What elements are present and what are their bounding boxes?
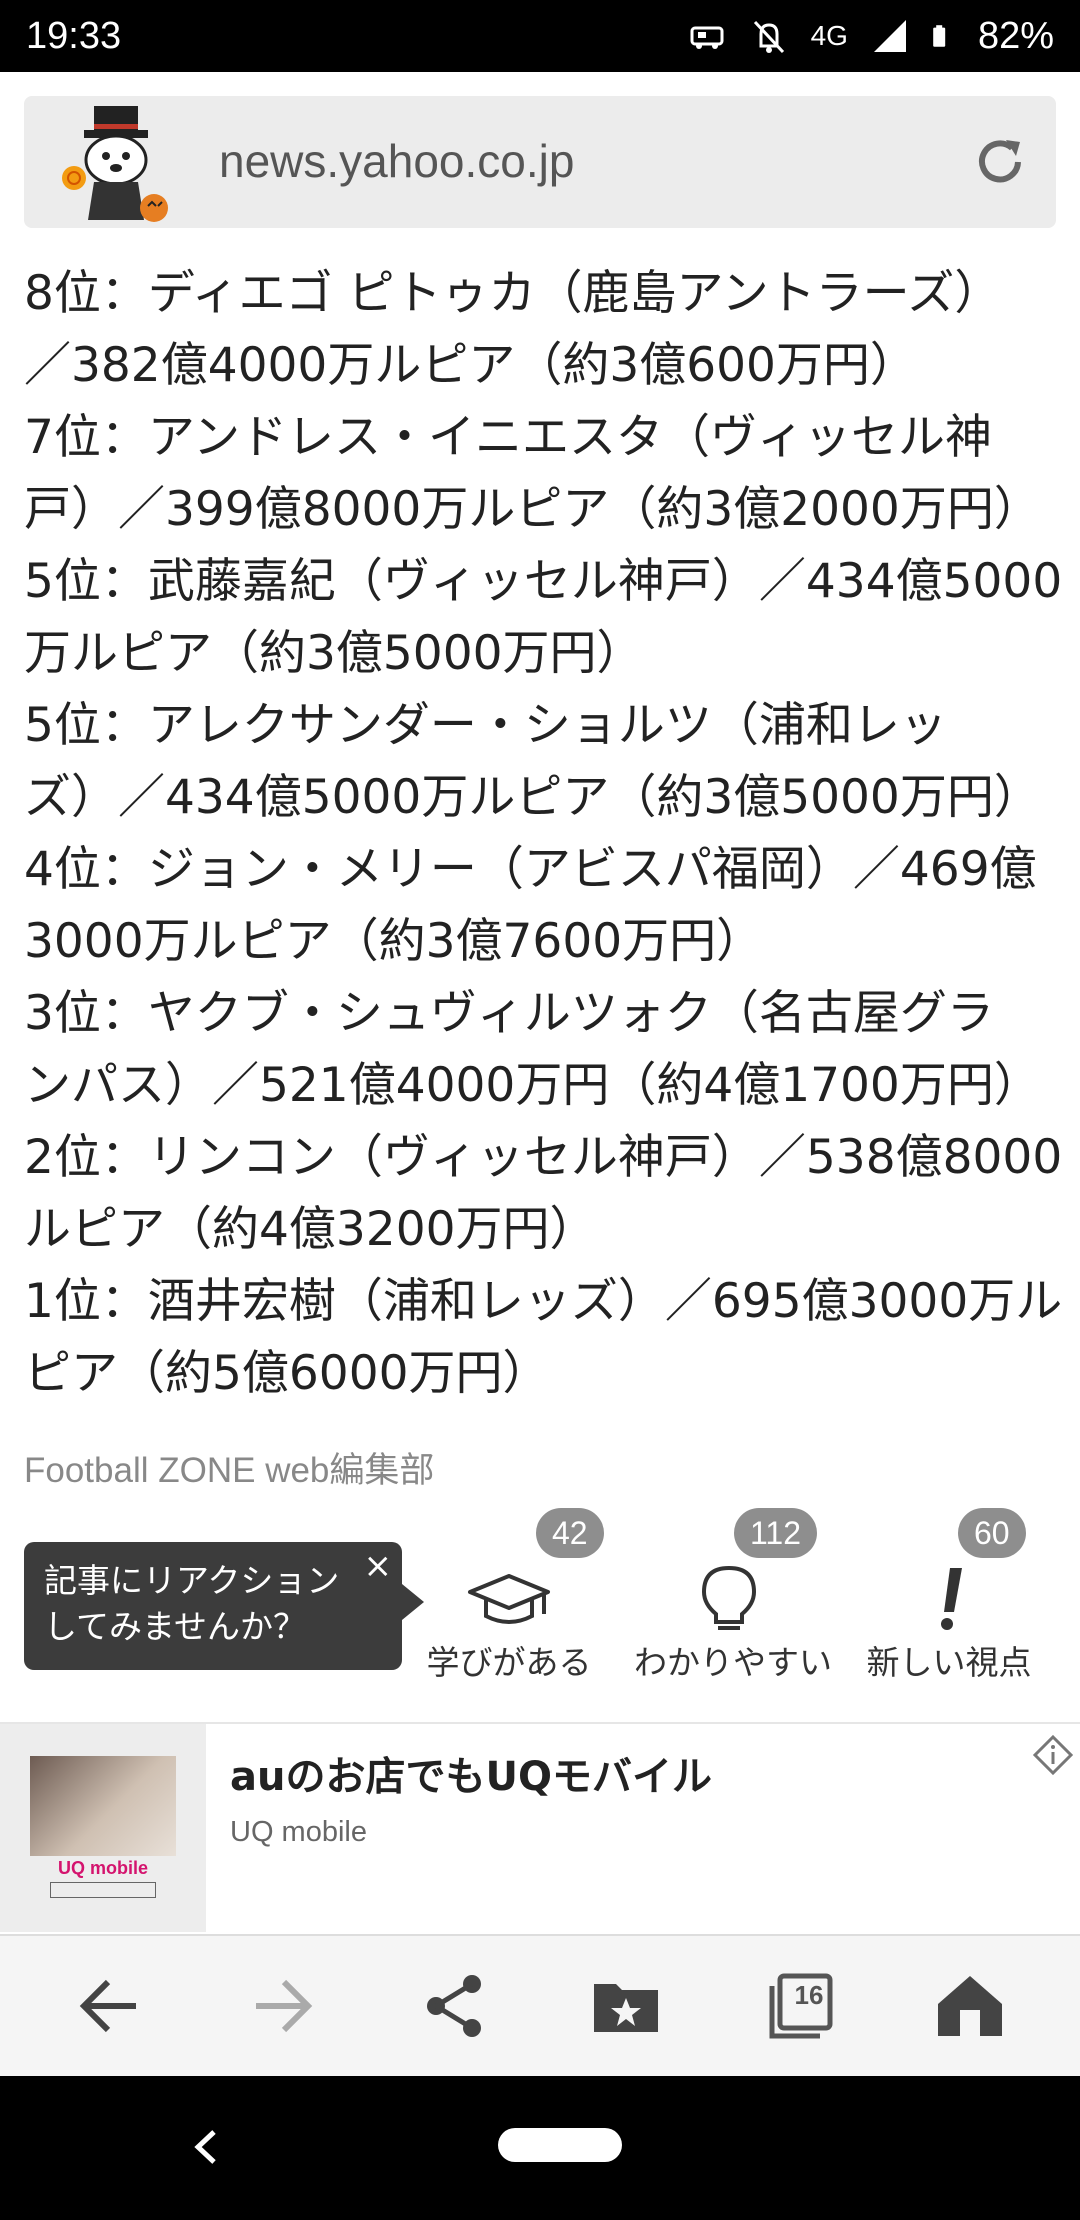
article-line: ／382億4000万ルピア（約3億600万円） [24,338,917,393]
article-body: 8位：ディエゴ ピトゥカ（鹿島アントラーズ） ／382億4000万ルピア（約3億… [24,258,1064,1410]
system-nav-bar [0,2076,1080,2220]
close-icon[interactable]: × [364,1546,393,1586]
exclamation-icon [941,1568,962,1630]
reaction-label: わかりやすい [634,1643,832,1682]
article-line: 4位：ジョン・メリー（アビスパ福岡）／469億 [24,842,1037,897]
article-line: ンパス）／521億4000万円（約4億1700万円） [24,1058,1041,1113]
car-mode-icon [690,26,724,49]
reaction-new-view-button[interactable]: 60 新しい視点 [854,1508,1044,1682]
reaction-count: 60 [958,1508,1026,1558]
mascot-logo-icon [62,106,168,222]
graduation-cap-icon [468,1574,550,1624]
article-line: 戸）／399億8000万ルピア（約3億2000万円） [24,482,1041,537]
home-icon[interactable] [930,1966,1010,2046]
alarm-off-icon [753,20,784,54]
bookmark-folder-icon[interactable] [586,1966,666,2046]
tooltip-line: してみませんか？ [44,1607,307,1646]
ad-thumb-logo: UQ mobile [57,1858,148,1878]
ad-info-icon[interactable] [1032,1734,1074,1776]
network-type: 4G [810,20,848,51]
ad-thumbnail: UQ mobile [0,1724,206,1932]
lightbulb-icon [701,1565,757,1630]
nav-back-icon[interactable] [184,2112,224,2182]
article-line: ルピア（約4億3200万円） [24,1202,597,1257]
tooltip-line: 記事にリアクション [44,1561,340,1600]
nav-home-pill[interactable] [498,2128,622,2162]
article-line: 8位：ディエゴ ピトゥカ（鹿島アントラーズ） [24,266,1002,321]
back-arrow-icon[interactable] [70,1966,150,2046]
browser-header: news.yahoo.co.jp [0,72,1080,252]
ad-title[interactable]: auのお店でもUQモバイル [230,1744,712,1802]
article-line: 3000万ルピア（約3億7600万円） [24,914,764,969]
ad-advertiser: UQ mobile [230,1816,367,1848]
status-time: 19:33 [26,14,122,57]
ad-thumb-button [50,1882,156,1898]
reaction-count: 42 [536,1508,604,1558]
article-line: 2位：リンコン（ヴィッセル神戸）／538億8000 [24,1130,1063,1185]
tabs-button[interactable]: 16 [762,1966,842,2046]
share-icon[interactable] [414,1966,494,2046]
battery-percent: 82% [977,14,1054,57]
article-source[interactable]: Football ZONE web編集部 [24,1442,434,1493]
article-line: ピア（約5億6000万円） [24,1346,550,1401]
tab-count: 16 [794,1980,824,2010]
reaction-clear-button[interactable]: 112 わかりやすい [634,1508,832,1682]
signal-icon [873,20,906,52]
article-line: 1位：酒井宏樹（浦和レッズ）／695億3000万ル [24,1274,1063,1329]
reaction-count: 112 [734,1508,818,1558]
article-line: 万ルピア（約3億5000万円） [24,626,644,681]
browser-toolbar: 16 [0,1934,1080,2076]
article-line: 5位：アレクサンダー・ショルツ（浦和レッ [24,698,947,753]
reaction-label: 学びがある [426,1643,592,1682]
status-icons: 4G 82% [687,15,1054,58]
forward-arrow-icon[interactable] [242,1966,322,2046]
ad-banner[interactable]: UQ mobile auのお店でもUQモバイル UQ mobile [0,1722,1080,1932]
reload-icon[interactable] [972,134,1028,190]
url-bar[interactable]: news.yahoo.co.jp [24,96,1056,228]
article-line: 3位：ヤクブ・シュヴィルツォク（名古屋グラ [24,986,994,1041]
url-text: news.yahoo.co.jp [219,135,575,187]
battery-icon [933,25,946,47]
ad-photo [30,1756,176,1856]
article-line: ズ）／434億5000万ルピア（約3億5000万円） [24,770,1041,825]
status-bar: 19:33 4G 82% [0,0,1080,72]
reaction-learn-button[interactable]: 42 学びがある [414,1508,604,1682]
reaction-tooltip: 記事にリアクション してみませんか？ × [24,1542,424,1670]
article-line: 7位：アンドレス・イニエスタ（ヴィッセル神 [24,410,993,465]
reaction-label: 新しい視点 [866,1643,1032,1682]
article-line: 5位：武藤嘉紀（ヴィッセル神戸）／434億5000 [24,554,1063,609]
